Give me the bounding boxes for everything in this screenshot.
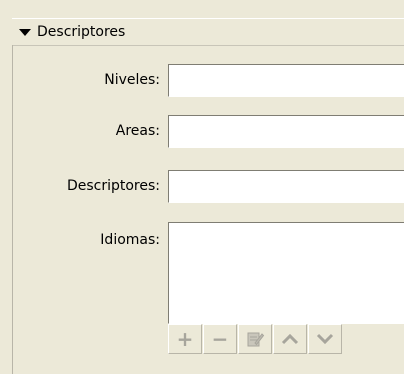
descriptores-label: Descriptores: (66, 178, 160, 194)
collapse-triangle-icon[interactable] (19, 28, 31, 36)
panel-left-border (12, 45, 13, 374)
move-up-button[interactable] (273, 324, 307, 354)
move-up-icon (281, 333, 299, 345)
descriptores-field[interactable] (168, 170, 404, 203)
edit-button[interactable] (238, 324, 272, 354)
remove-button[interactable]: − (203, 324, 237, 354)
add-button[interactable]: + (168, 324, 202, 354)
idiomas-list[interactable] (168, 222, 404, 324)
move-down-icon (316, 333, 334, 345)
remove-icon: − (211, 327, 229, 351)
niveles-label: Niveles: (104, 72, 160, 88)
areas-field[interactable] (168, 115, 404, 148)
niveles-field[interactable] (168, 64, 404, 97)
descriptores-section-header[interactable]: Descriptores (12, 18, 404, 46)
add-icon: + (176, 327, 194, 351)
edit-icon (247, 332, 265, 347)
section-title: Descriptores (37, 24, 126, 40)
move-down-button[interactable] (308, 324, 342, 354)
idiomas-toolbar: + − (168, 324, 343, 354)
areas-label: Areas: (115, 123, 160, 139)
descriptores-panel: Descriptores Niveles: Areas: Descriptore… (0, 0, 404, 374)
idiomas-label: Idiomas: (100, 232, 160, 248)
